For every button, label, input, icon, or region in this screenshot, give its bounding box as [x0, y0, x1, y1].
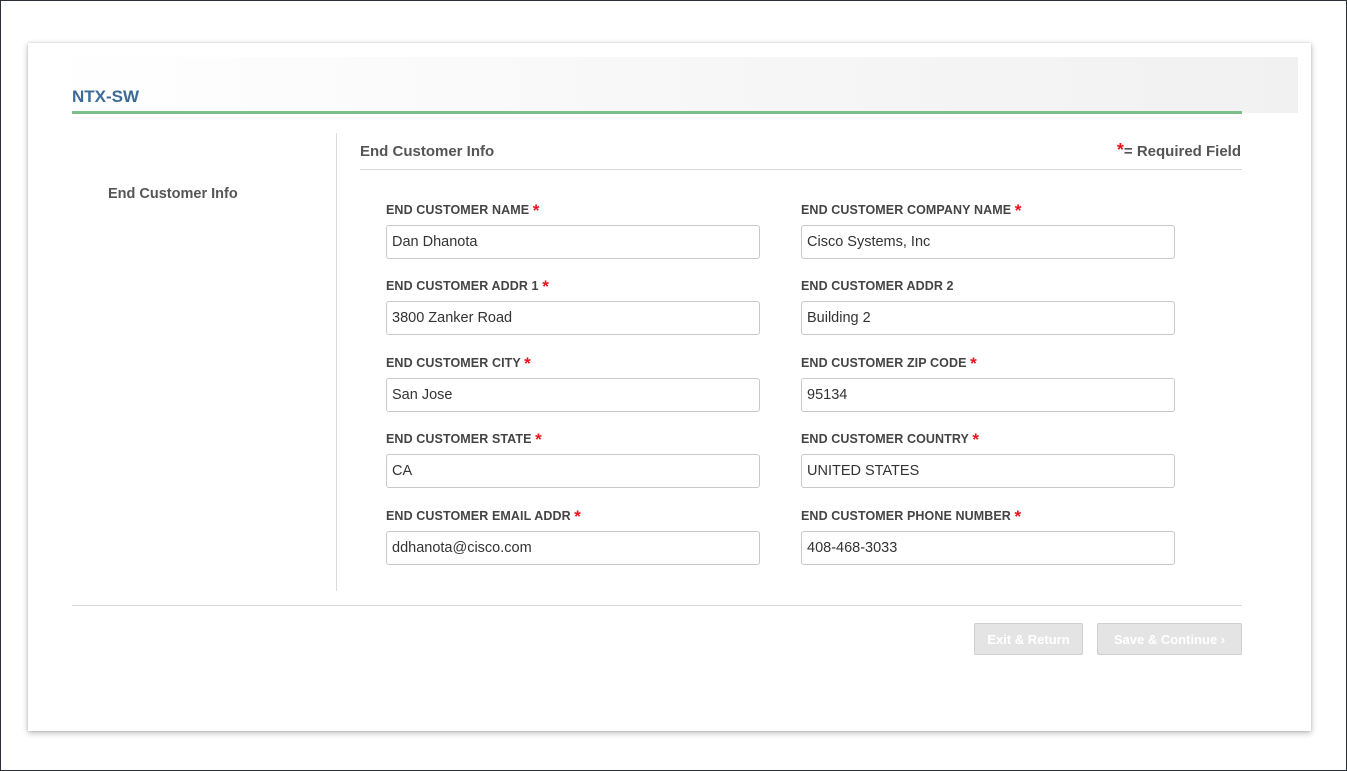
field-end-customer-addr-1: END CUSTOMER ADDR 1 * [386, 277, 762, 335]
field-end-customer-state: END CUSTOMER STATE * [386, 430, 762, 488]
end-customer-name-input[interactable] [386, 225, 760, 259]
required-marker: * [524, 354, 531, 373]
end-customer-country-input[interactable] [801, 454, 1175, 488]
end-customer-phone-number-input[interactable] [801, 531, 1175, 565]
end-customer-city-input[interactable] [386, 378, 760, 412]
title-divider [72, 111, 1242, 114]
field-label: END CUSTOMER ADDR 1 * [386, 277, 549, 296]
field-label: END CUSTOMER COUNTRY * [801, 430, 980, 449]
field-end-customer-city: END CUSTOMER CITY * [386, 354, 762, 412]
field-label: END CUSTOMER CITY * [386, 354, 531, 373]
field-label: END CUSTOMER EMAIL ADDR * [386, 507, 582, 526]
end-customer-email-addr-input[interactable] [386, 531, 760, 565]
end-customer-addr-1-input[interactable] [386, 301, 760, 335]
footer-divider [72, 605, 1242, 606]
end-customer-addr-2-input[interactable] [801, 301, 1175, 335]
required-field-note: *= Required Field [1117, 140, 1241, 161]
save-continue-button[interactable]: Save & Continue › [1097, 623, 1242, 655]
required-marker: * [1014, 507, 1022, 526]
field-end-customer-addr-2: END CUSTOMER ADDR 2 [801, 277, 1177, 335]
nav-item-end-customer-info[interactable]: End Customer Info [108, 186, 238, 202]
section-divider [360, 169, 1242, 170]
required-star-icon: * [1116, 140, 1124, 160]
form-card: NTX-SW End Customer Info End Customer In… [28, 43, 1311, 731]
end-customer-zip-code-input[interactable] [801, 378, 1175, 412]
required-marker: * [574, 507, 582, 526]
field-end-customer-country: END CUSTOMER COUNTRY * [801, 430, 1177, 488]
exit-return-button[interactable]: Exit & Return [974, 623, 1083, 655]
field-end-customer-zip-code: END CUSTOMER ZIP CODE * [801, 354, 1177, 412]
field-end-customer-phone-number: END CUSTOMER PHONE NUMBER * [801, 507, 1177, 565]
field-label: END CUSTOMER ZIP CODE * [801, 354, 977, 373]
required-marker: * [970, 354, 977, 373]
required-note-text: = Required Field [1123, 143, 1241, 160]
header-band [41, 57, 1298, 113]
field-label: END CUSTOMER PHONE NUMBER * [801, 507, 1022, 526]
required-marker: * [532, 201, 540, 220]
end-customer-state-input[interactable] [386, 454, 760, 488]
required-marker: * [972, 430, 980, 449]
left-nav: End Customer Info [72, 133, 337, 591]
field-label: END CUSTOMER NAME * [386, 201, 540, 220]
required-marker: * [535, 430, 542, 449]
field-end-customer-email-addr: END CUSTOMER EMAIL ADDR * [386, 507, 762, 565]
field-label: END CUSTOMER STATE * [386, 430, 542, 449]
section-title: End Customer Info [360, 143, 495, 160]
required-marker: * [542, 277, 549, 296]
required-marker: * [1014, 201, 1022, 220]
field-end-customer-name: END CUSTOMER NAME * [386, 201, 762, 259]
page-title: NTX-SW [72, 87, 140, 106]
app-window: NTX-SW End Customer Info End Customer In… [0, 0, 1347, 771]
end-customer-company-name-input[interactable] [801, 225, 1175, 259]
field-label: END CUSTOMER COMPANY NAME * [801, 201, 1022, 220]
field-end-customer-company-name: END CUSTOMER COMPANY NAME * [801, 201, 1177, 259]
field-label: END CUSTOMER ADDR 2 [801, 279, 954, 293]
